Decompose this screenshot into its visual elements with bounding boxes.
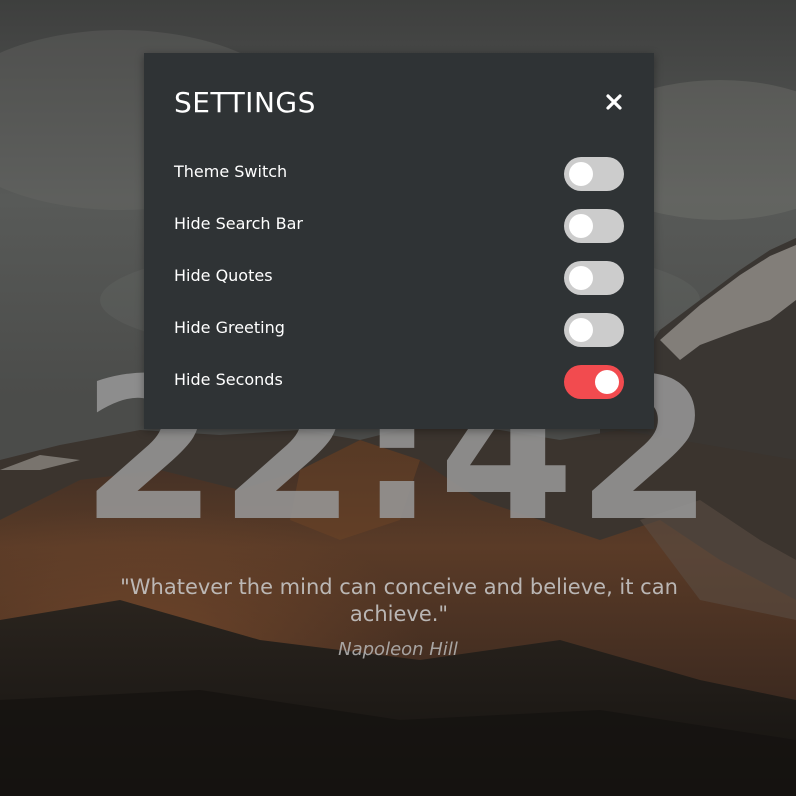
toggle-hide-greeting[interactable] [564, 313, 624, 347]
quote-block: "Whatever the mind can conceive and beli… [98, 574, 698, 662]
setting-row-theme-switch: Theme Switch [174, 157, 624, 191]
new-tab-page: 22:42 "Whatever the mind can conceive an… [0, 0, 796, 796]
toggle-knob [569, 162, 593, 186]
toggle-knob [569, 318, 593, 342]
setting-label-theme-switch: Theme Switch [174, 162, 288, 181]
quote-author: Napoleon Hill [338, 639, 458, 660]
close-icon [606, 94, 622, 110]
settings-modal: SETTINGS Theme Switch Hide Search Bar Hi… [144, 53, 654, 429]
toggle-knob [595, 370, 619, 394]
toggle-knob [569, 214, 593, 238]
setting-row-hide-quotes: Hide Quotes [174, 261, 624, 295]
setting-label-hide-search-bar: Hide Search Bar [174, 214, 303, 233]
close-button[interactable] [601, 89, 627, 115]
toggle-hide-search-bar[interactable] [564, 209, 624, 243]
setting-label-hide-greeting: Hide Greeting [174, 318, 285, 337]
settings-title: SETTINGS [174, 86, 316, 119]
setting-label-hide-seconds: Hide Seconds [174, 370, 283, 389]
toggle-theme-switch[interactable] [564, 157, 624, 191]
setting-row-hide-search-bar: Hide Search Bar [174, 209, 624, 243]
setting-label-hide-quotes: Hide Quotes [174, 266, 273, 285]
toggle-knob [569, 266, 593, 290]
setting-row-hide-greeting: Hide Greeting [174, 313, 624, 347]
toggle-hide-seconds[interactable] [564, 365, 624, 399]
setting-row-hide-seconds: Hide Seconds [174, 365, 624, 399]
toggle-hide-quotes[interactable] [564, 261, 624, 295]
quote-text: "Whatever the mind can conceive and beli… [120, 575, 678, 626]
